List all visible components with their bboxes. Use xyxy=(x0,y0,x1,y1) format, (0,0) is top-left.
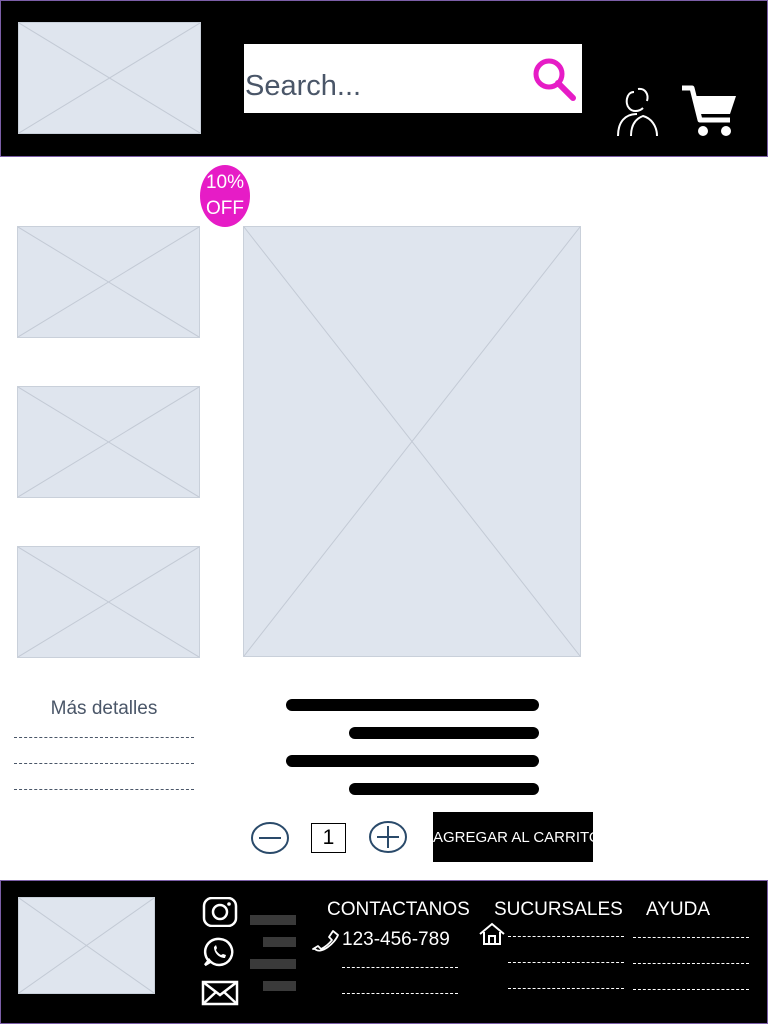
contact-line xyxy=(342,967,458,968)
branches-line xyxy=(508,936,624,937)
search-icon[interactable] xyxy=(530,55,578,103)
discount-percent: 10% xyxy=(205,172,245,193)
discount-off: OFF xyxy=(206,198,244,219)
thumbnail-2[interactable] xyxy=(17,386,200,498)
details-line xyxy=(14,737,194,738)
help-line xyxy=(633,963,749,964)
discount-badge: 10% OFF xyxy=(200,165,250,227)
add-to-cart-button[interactable]: AGREGAR AL CARRITO xyxy=(433,812,601,862)
description-line xyxy=(349,783,539,795)
home-icon xyxy=(479,922,505,945)
description-line xyxy=(349,727,539,739)
footer: CONTACTANOS 123-456-789 SUCURSALES AYUDA xyxy=(0,880,768,1024)
branches-line xyxy=(508,962,624,963)
phone-icon xyxy=(312,930,339,952)
thumbnail-3[interactable] xyxy=(17,546,200,658)
branches-line xyxy=(508,988,624,989)
contact-line xyxy=(342,993,458,994)
help-line xyxy=(633,937,749,938)
help-line xyxy=(633,989,749,990)
placeholder-cross-icon xyxy=(19,898,154,993)
plus-icon[interactable] xyxy=(368,819,408,855)
contact-heading[interactable]: CONTACTANOS xyxy=(327,899,470,921)
social-label-bar xyxy=(250,915,296,925)
help-heading[interactable]: AYUDA xyxy=(646,899,710,921)
instagram-icon[interactable] xyxy=(201,897,239,927)
details-line xyxy=(14,763,194,764)
placeholder-cross-icon xyxy=(18,227,199,337)
placeholder-cross-icon xyxy=(18,387,199,497)
social-label-bar xyxy=(263,981,296,991)
details-title[interactable]: Más detalles xyxy=(14,698,194,720)
user-icon[interactable] xyxy=(615,86,661,138)
main-product-image[interactable] xyxy=(243,226,581,657)
footer-logo-placeholder[interactable] xyxy=(18,897,155,994)
description-line xyxy=(286,699,539,711)
minus-icon[interactable] xyxy=(250,820,290,856)
logo-placeholder[interactable] xyxy=(18,22,201,134)
placeholder-cross-icon xyxy=(18,547,199,657)
mail-icon[interactable] xyxy=(201,978,239,1008)
placeholder-cross-icon xyxy=(19,23,200,133)
placeholder-cross-icon xyxy=(244,227,580,656)
contact-phone[interactable]: 123-456-789 xyxy=(342,929,450,951)
whatsapp-icon[interactable] xyxy=(201,937,239,967)
social-label-bar xyxy=(263,937,296,947)
search-input[interactable] xyxy=(244,66,514,106)
details-line xyxy=(14,789,194,790)
quantity-input[interactable] xyxy=(311,823,346,853)
social-label-bar xyxy=(250,959,296,969)
description-line xyxy=(286,755,539,767)
branches-heading[interactable]: SUCURSALES xyxy=(494,899,623,921)
cart-icon[interactable] xyxy=(680,84,738,140)
thumbnail-1[interactable] xyxy=(17,226,200,338)
